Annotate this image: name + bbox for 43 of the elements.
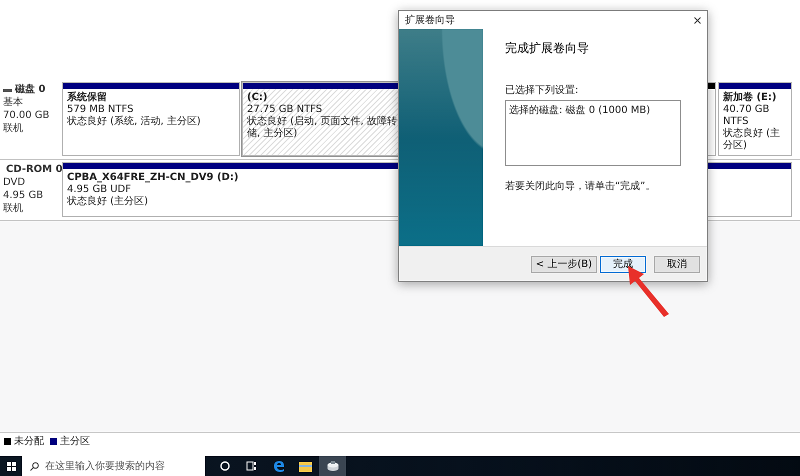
dialog-button[interactable]: 取消 [654,256,700,272]
folder-icon[interactable] [299,460,312,472]
partition-status: 状态良好 (主分区) [723,128,782,152]
disk-type: DVD [3,177,26,189]
partition-status: 状态良好 (主分区) [67,196,148,208]
dialog-button[interactable]: 完成 [600,256,646,272]
legend-label: 未分配 [14,434,44,448]
start-icon[interactable] [6,462,16,470]
settings-box[interactable]: 选择的磁盘: 磁盘 0 (1000 MB) [505,100,681,166]
disk-size: 4.95 GB [3,190,44,202]
circle-icon[interactable] [220,461,230,471]
close-icon[interactable] [694,16,701,24]
partition-label: (C:) [247,92,268,104]
disk-name: CD-ROM 0 [6,164,63,176]
partition-block[interactable]: 系统保留 579 MB NTFS 状态良好 (系统, 活动, 主分区) [62,82,240,156]
dialog-button[interactable]: < 上一步(B) [530,256,597,272]
disk-status: 联机 [3,123,24,135]
partition-label: 系统保留 [67,92,107,104]
partition-label: CPBA_X64FRE_ZH-CN_DV9 (D:) [67,172,238,184]
partition-size: 40.70 GB NTFS [723,104,770,128]
window-title: 扩展卷向导 [405,14,455,27]
partition-label: 新加卷 (E:) [723,92,776,104]
partition-status: 状态良好 (系统, 活动, 主分区) [67,116,201,128]
disk-size: 70.00 GB [3,110,50,122]
partition-size: 27.75 GB NTFS [247,104,322,116]
partition-block[interactable]: 新加卷 (E:) 40.70 GB NTFS 状态良好 (主分区) [718,82,792,156]
disk-status: 联机 [3,203,24,215]
disk-name: 磁盘 0 [15,84,46,96]
partition-size: 4.95 GB UDF [67,184,132,196]
task-view-icon[interactable] [246,461,257,471]
disk-tool-icon[interactable] [326,460,338,472]
taskbar-button[interactable] [319,456,346,476]
partition-size: 579 MB NTFS [67,104,134,116]
disk-type: 基本 [3,97,24,109]
partition-status: 状态良好 (启动, 页面文件, 故障转储, 主分区) [247,116,397,140]
search-field[interactable]: 在这里输入你要搜索的内容 [22,456,205,476]
settings-label: 已选择下列设置: [505,84,580,97]
wizard-heading: 完成扩展卷向导 [505,40,590,57]
setting-line: 选择的磁盘: 磁盘 0 (1000 MB) [509,104,652,117]
search-icon [30,462,39,470]
instruction-text: 若要关闭此向导，请单击“完成”。 [505,180,656,193]
browser-icon[interactable] [272,460,284,472]
legend-label: 主分区 [60,434,90,448]
